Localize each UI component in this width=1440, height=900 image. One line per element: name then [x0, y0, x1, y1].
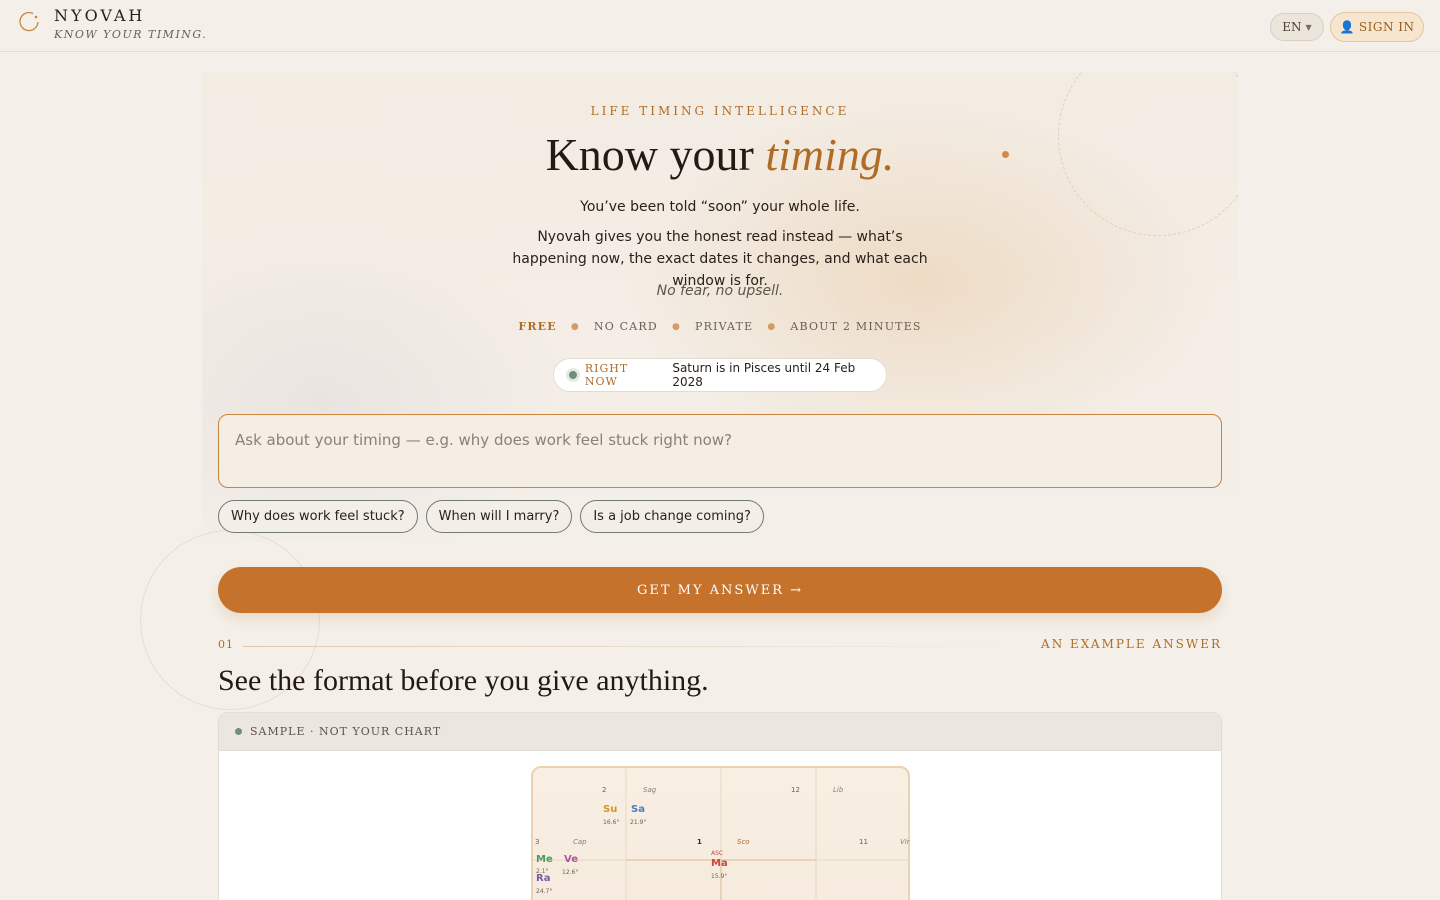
house-number: 2 [602, 786, 607, 794]
suggestion-chip-work-stuck[interactable]: Why does work feel stuck? [218, 500, 418, 533]
section-divider [243, 646, 1043, 647]
sign-in-button[interactable]: 👤 SIGN IN [1330, 12, 1424, 42]
hero-eyebrow: LIFE TIMING INTELLIGENCE [590, 104, 850, 118]
house-number: 3 [535, 838, 540, 846]
sign-in-label: SIGN IN [1358, 20, 1415, 34]
planet-saturn: Sa [631, 804, 645, 815]
top-bar: NYOVAH KNOW YOUR TIMING. EN ▼ 👤 SIGN IN [0, 0, 1440, 52]
badge-duration: ABOUT 2 MINUTES [790, 320, 922, 333]
planet-degree: 12.6° [562, 869, 579, 876]
birth-chart: 2 Sag 12 Lib Su 16.6° Sa 21.9° 3 Cap 1 S… [531, 766, 910, 900]
language-label: EN [1282, 20, 1302, 34]
brand-tagline: KNOW YOUR TIMING. [54, 28, 208, 41]
get-answer-button[interactable]: GET MY ANSWER → [218, 567, 1222, 613]
ascendant-label: ASC [711, 850, 724, 857]
badge-separator: ● [767, 321, 777, 332]
sample-tag: SAMPLE · NOT YOUR CHART [250, 725, 442, 738]
planet-mercury: Me [536, 854, 553, 865]
trust-badges: FREE ● NO CARD ● PRIVATE ● ABOUT 2 MINUT… [0, 320, 1440, 333]
planet-degree: 15.9° [711, 873, 728, 880]
right-now-label: RIGHT NOW [584, 362, 629, 388]
suggestion-chips: Why does work feel stuck? When will I ma… [218, 500, 764, 533]
language-selector[interactable]: EN ▼ [1270, 13, 1324, 41]
house-number: 1 [697, 838, 702, 846]
planet-venus: Ve [564, 854, 578, 865]
suggestion-chip-job-change[interactable]: Is a job change coming? [580, 500, 764, 533]
sample-answer-card: SAMPLE · NOT YOUR CHART 2 Sag 12 Lib Su … [218, 712, 1222, 900]
brand-name[interactable]: NYOVAH [54, 6, 145, 25]
badge-separator: ● [671, 321, 681, 332]
suggestion-chip-marry[interactable]: When will I marry? [425, 500, 573, 533]
badge-free: FREE [518, 320, 557, 333]
section-title: See the format before you give anything. [218, 664, 709, 697]
sign-label: Vir [900, 838, 910, 846]
sign-label: Lib [833, 786, 844, 794]
hero-reassurance: No fear, no upsell. [656, 283, 784, 299]
house-number: 11 [859, 838, 868, 846]
hero-line: You’ve been told “soon” your whole life. [580, 199, 860, 215]
planet-degree: 24.7° [536, 888, 553, 895]
chevron-down-icon: ▼ [1305, 22, 1312, 32]
badge-no-card: NO CARD [593, 320, 658, 333]
sign-label: Cap [573, 838, 587, 846]
section-number: 01 [218, 638, 234, 651]
user-icon: 👤 [1339, 20, 1355, 34]
chart-grid [533, 768, 908, 900]
right-now-text: Saturn is in Pisces until 24 Feb 2028 [672, 361, 856, 389]
planet-sun: Su [603, 804, 618, 815]
sign-label: Sag [643, 786, 657, 794]
planet-degree: 21.9° [630, 819, 647, 826]
timing-question-input[interactable] [218, 414, 1222, 488]
status-dot [569, 371, 577, 379]
badge-private: PRIVATE [695, 320, 754, 333]
section-label: AN EXAMPLE ANSWER [1041, 637, 1222, 651]
sample-dot [235, 728, 242, 735]
sign-label: Sco [737, 838, 750, 846]
hero-title: Know your timing. [0, 128, 1440, 181]
sample-card-header: SAMPLE · NOT YOUR CHART [219, 713, 1221, 751]
planet-degree: 16.6° [603, 819, 620, 826]
logo-icon[interactable] [17, 9, 41, 33]
planet-rahu: Ra [536, 873, 551, 884]
right-now-pill: RIGHT NOW Saturn is in Pisces until 24 F… [553, 358, 887, 392]
badge-separator: ● [570, 321, 580, 332]
hero-title-plain: Know your [545, 129, 754, 180]
planet-mars: Ma [711, 858, 728, 869]
house-number: 12 [791, 786, 800, 794]
hero-title-accent: timing. [765, 129, 895, 180]
